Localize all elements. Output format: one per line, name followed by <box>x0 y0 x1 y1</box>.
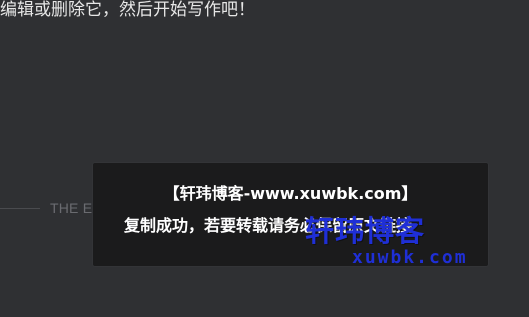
article-body-text: 编辑或删除它，然后开始写作吧！ <box>0 0 255 20</box>
toast-message: 复制成功，若要转载请务必保留原文链接 <box>124 216 413 235</box>
toast-title: 【轩玮博客-www.xuwbk.com】 <box>163 184 418 203</box>
page: 编辑或删除它，然后开始写作吧！ THE END 【轩玮博客-www.xuwbk.… <box>0 0 529 317</box>
divider-line <box>0 207 40 209</box>
copy-toast: 【轩玮博客-www.xuwbk.com】 复制成功，若要转载请务必保留原文链接 <box>93 163 488 266</box>
